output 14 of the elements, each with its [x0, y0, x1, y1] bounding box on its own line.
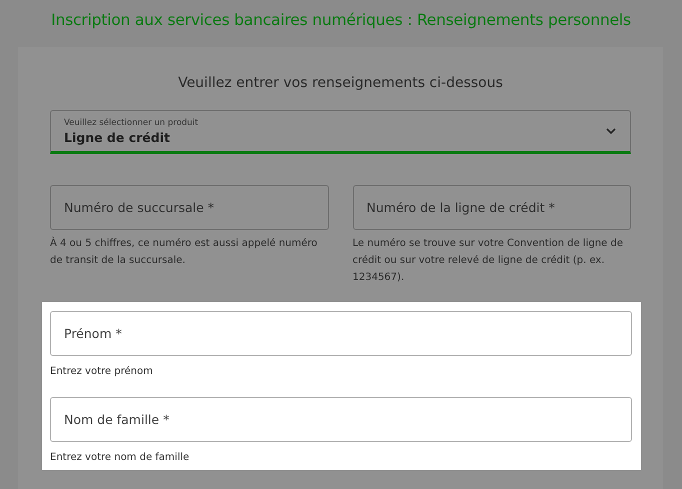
page-title: Inscription aux services bancaires numériques : Renseignements personnels: [50, 11, 632, 29]
product-select[interactable]: Veuillez sélectionner un produit Ligne de crédit: [50, 110, 631, 154]
field-hint: Le numéro se trouve sur votre Convention de ligne de crédit ou sur votre relevé de ligne de crédit (p. ex. 1234567).: [352, 237, 624, 285]
input-field[interactable]: Prénom *: [50, 311, 632, 356]
input-field[interactable]: Numéro de succursale *: [50, 185, 328, 230]
field-hint: À 4 ou 5 chiffres, ce numéro est aussi appelé numéro de transit de la succursale.: [50, 236, 318, 268]
form-heading: Veuillez entrer vos renseignements ci-dessous: [177, 75, 504, 91]
input-field[interactable]: Nom de famille *: [50, 397, 632, 442]
chevron-down-icon: [605, 127, 617, 135]
input-field[interactable]: Numéro de la ligne de crédit *: [352, 185, 631, 230]
field-hint: Entrez votre nom de famille: [50, 451, 190, 465]
select-value: Ligne de crédit: [64, 130, 171, 144]
field-hint: Entrez votre prénom: [50, 365, 154, 379]
select-label: Veuillez sélectionner un produit: [64, 118, 198, 128]
